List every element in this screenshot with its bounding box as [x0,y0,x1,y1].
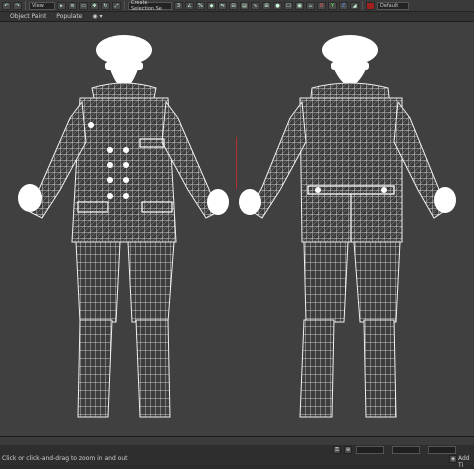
tab-object-paint[interactable]: Object Paint [10,13,46,20]
tab-populate[interactable]: Populate [56,13,82,20]
snap-toggle-icon[interactable]: 3 [174,1,183,10]
percent-snap-icon[interactable]: % [196,1,205,10]
status-prompt: Click or click-and-drag to zoom in and o… [2,455,128,462]
redo-icon[interactable]: ↷ [13,1,22,10]
render-frame-icon[interactable]: ▣ [295,1,304,10]
y-coordinate-field[interactable] [392,446,420,454]
time-slider[interactable] [0,437,474,445]
status-bar: ⚿ ⊕ Click or click-and-drag to zoom in a… [0,436,474,469]
reference-coordinate-select[interactable]: View [29,1,55,10]
color-swatch-icon[interactable] [366,1,375,10]
move-icon[interactable]: ✥ [90,1,99,10]
rectangle-selection-icon[interactable]: ▭ [79,1,88,10]
add-time-tag-button[interactable]: Add Ti [458,455,474,469]
workspace-select[interactable]: Default [377,1,409,10]
axis-y-button[interactable]: Y [328,1,337,10]
main-toolbar: ↶ ↷ View ▸ ≡ ▭ ✥ ↻ ⤢ Create Selection Se… [0,0,474,12]
render-icon[interactable]: ☕ [306,1,315,10]
ribbon-bar: Object Paint Populate ◉ ▾ [0,12,474,22]
transform-gizmo-axis [236,137,237,189]
x-coordinate-field[interactable] [356,446,384,454]
select-by-name-icon[interactable]: ≡ [68,1,77,10]
back-character-model[interactable] [239,35,456,418]
angle-snap-icon[interactable]: ∠ [185,1,194,10]
toolbar-separator [25,1,26,10]
scale-icon[interactable]: ⤢ [112,1,121,10]
rotate-icon[interactable]: ↻ [101,1,110,10]
selection-set-select[interactable]: Create Selection Se [128,0,172,12]
front-character-model[interactable] [18,35,229,418]
layer-manager-icon[interactable]: ▤ [240,1,249,10]
lock-icon[interactable]: ⚿ [333,446,341,454]
plane-constraint-icon[interactable]: ◢ [350,1,359,10]
curve-editor-icon[interactable]: ∿ [251,1,260,10]
toolbar-separator [124,1,125,10]
spinner-snap-icon[interactable]: ◆ [207,1,216,10]
ribbon-options-icon[interactable]: ◉ ▾ [92,13,102,20]
perspective-viewport[interactable] [0,22,474,436]
axis-z-button[interactable]: Z [339,1,348,10]
schematic-view-icon[interactable]: ⊞ [262,1,271,10]
axis-x-button[interactable]: X [317,1,326,10]
add-time-tag-icon[interactable]: ◈ [449,455,457,463]
toolbar-separator [362,1,363,10]
wireframe-scene [18,35,456,418]
absolute-mode-icon[interactable]: ⊕ [344,446,352,454]
undo-icon[interactable]: ↶ [2,1,11,10]
align-icon[interactable]: ⊟ [229,1,238,10]
z-coordinate-field[interactable] [428,446,456,454]
select-object-icon[interactable]: ▸ [57,1,66,10]
mirror-icon[interactable]: ⇋ [218,1,227,10]
render-setup-icon[interactable]: ☐ [284,1,293,10]
material-editor-icon[interactable]: ● [273,1,282,10]
